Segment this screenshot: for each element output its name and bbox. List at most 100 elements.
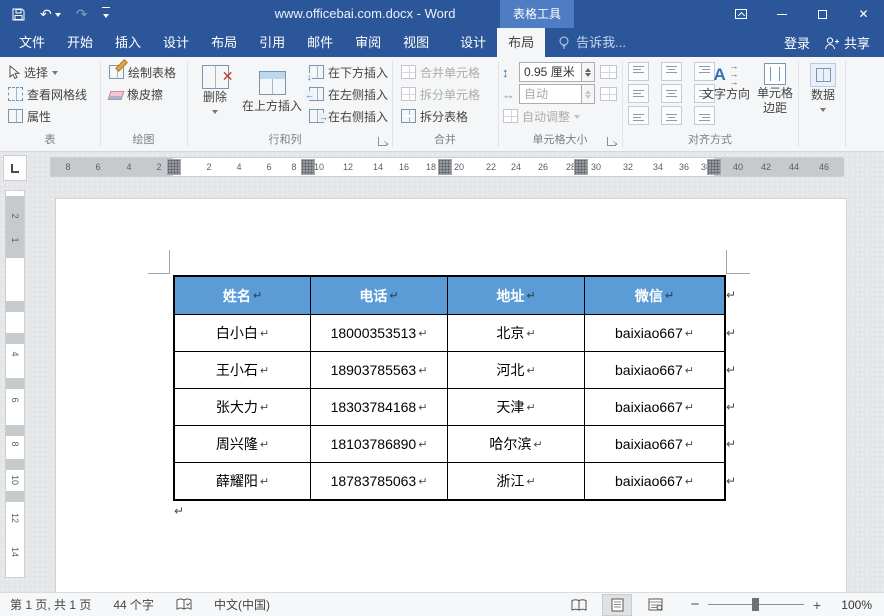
- table-row-marker[interactable]: [6, 491, 24, 502]
- row-height-input[interactable]: 0.95 厘米: [519, 62, 582, 82]
- table-header-cell-0[interactable]: 姓名↵: [175, 277, 310, 314]
- align-center-center-button[interactable]: [661, 84, 682, 103]
- table-cell-r2c0[interactable]: 张大力↵: [175, 389, 310, 425]
- align-bottom-right-button[interactable]: [694, 106, 715, 125]
- ruler-number: 8: [58, 158, 78, 176]
- table-cell-r3c3[interactable]: baixiao667↵: [585, 426, 724, 462]
- table-row-marker[interactable]: [6, 301, 24, 312]
- tab-main-0[interactable]: 开始: [56, 28, 104, 57]
- table-cell-r1c3[interactable]: baixiao667↵: [585, 352, 724, 388]
- read-mode-button[interactable]: [564, 594, 594, 616]
- contextual-tab-0[interactable]: 设计: [449, 28, 497, 57]
- table-row-marker[interactable]: [6, 333, 24, 344]
- table-cell-r0c3[interactable]: baixiao667↵: [585, 315, 724, 351]
- zoom-slider-thumb[interactable]: [752, 598, 759, 611]
- table-cell-r4c1[interactable]: 18783785063↵: [311, 463, 447, 499]
- column-width-input[interactable]: 自动: [519, 84, 582, 104]
- tab-main-3[interactable]: 布局: [200, 28, 248, 57]
- table-cell-r2c3[interactable]: baixiao667↵: [585, 389, 724, 425]
- table-cell-r0c2[interactable]: 北京↵: [448, 315, 584, 351]
- tab-file[interactable]: 文件: [8, 28, 56, 57]
- table-header-cell-1[interactable]: 电话↵: [311, 277, 447, 314]
- insert-right-button[interactable]: 在右侧插入: [307, 106, 390, 126]
- table-column-marker[interactable]: [301, 159, 315, 175]
- page-indicator[interactable]: 第 1 页, 共 1 页: [10, 596, 91, 613]
- insert-left-button[interactable]: 在左侧插入: [307, 84, 390, 104]
- table-cell-r1c1[interactable]: 18903785563↵: [311, 352, 447, 388]
- insert-above-button[interactable]: 在上方插入: [240, 61, 304, 113]
- table-row-marker[interactable]: [6, 378, 24, 389]
- table-row-marker[interactable]: [6, 459, 24, 470]
- tab-main-1[interactable]: 插入: [104, 28, 152, 57]
- zoom-level[interactable]: 100%: [834, 598, 872, 612]
- table-cell-r1c2[interactable]: 河北↵: [448, 352, 584, 388]
- delete-button[interactable]: 删除: [192, 61, 238, 117]
- table-column-marker[interactable]: [707, 159, 721, 175]
- table-column-marker[interactable]: [574, 159, 588, 175]
- eraser-button[interactable]: 橡皮擦: [107, 84, 165, 104]
- cell-size-dialog-launcher[interactable]: [607, 137, 616, 146]
- zoom-out-button[interactable]: [688, 596, 702, 613]
- merge-cells-button[interactable]: 合并单元格: [399, 62, 482, 82]
- minimize-button[interactable]: [761, 0, 802, 28]
- split-cells-button[interactable]: 拆分单元格: [399, 84, 482, 104]
- table-column-marker[interactable]: [167, 159, 181, 175]
- table-cell-r2c1[interactable]: 18303784168↵: [311, 389, 447, 425]
- table-cell-r4c3[interactable]: baixiao667↵: [585, 463, 724, 499]
- close-button[interactable]: [843, 0, 884, 28]
- vertical-ruler[interactable]: 21468101214: [5, 190, 25, 578]
- language-indicator[interactable]: 中文(中国): [214, 596, 270, 613]
- maximize-button[interactable]: [802, 0, 843, 28]
- split-table-button[interactable]: 拆分表格: [399, 106, 470, 126]
- table-cell-r4c2[interactable]: 浙江↵: [448, 463, 584, 499]
- table-cell-r3c1[interactable]: 18103786890↵: [311, 426, 447, 462]
- distribute-rows-button[interactable]: [600, 62, 617, 82]
- table-cell-r0c0[interactable]: 白小白↵: [175, 315, 310, 351]
- select-button[interactable]: 选择: [6, 62, 60, 82]
- align-bottom-center-button[interactable]: [661, 106, 682, 125]
- zoom-slider-track[interactable]: [708, 604, 804, 605]
- table-cell-r3c0[interactable]: 周兴隆↵: [175, 426, 310, 462]
- tab-main-7[interactable]: 视图: [392, 28, 440, 57]
- tab-main-2[interactable]: 设计: [152, 28, 200, 57]
- table-column-marker[interactable]: [438, 159, 452, 175]
- tab-main-6[interactable]: 审阅: [344, 28, 392, 57]
- horizontal-ruler[interactable]: 8642246810121416182022242628303234363840…: [50, 157, 843, 177]
- tab-main-4[interactable]: 引用: [248, 28, 296, 57]
- table-cell-r3c2[interactable]: 哈尔滨↵: [448, 426, 584, 462]
- tab-main-5[interactable]: 邮件: [296, 28, 344, 57]
- autofit-button[interactable]: 自动调整: [501, 106, 582, 126]
- share-button[interactable]: 共享: [824, 33, 870, 52]
- align-center-left-button[interactable]: [628, 84, 649, 103]
- proofing-button[interactable]: [176, 598, 192, 611]
- cell-margins-button[interactable]: 单元格 边距: [752, 61, 798, 115]
- align-bottom-left-button[interactable]: [628, 106, 649, 125]
- table-header-cell-2[interactable]: 地址↵: [448, 277, 584, 314]
- align-top-left-button[interactable]: [628, 62, 649, 81]
- table-cell-r1c0[interactable]: 王小石↵: [175, 352, 310, 388]
- print-layout-button[interactable]: [602, 594, 632, 616]
- contextual-tab-1[interactable]: 布局: [497, 28, 545, 57]
- align-top-center-button[interactable]: [661, 62, 682, 81]
- ruler-number: 26: [533, 158, 553, 176]
- draw-table-button[interactable]: 绘制表格: [107, 62, 178, 82]
- sign-in-link[interactable]: 登录: [784, 33, 810, 52]
- tab-stop-selector[interactable]: [3, 155, 27, 181]
- data-button[interactable]: 数据: [803, 61, 843, 115]
- text-direction-button[interactable]: 文字方向: [700, 61, 752, 101]
- properties-button[interactable]: 属性: [6, 106, 53, 126]
- distribute-columns-button[interactable]: [600, 84, 617, 104]
- insert-below-button[interactable]: 在下方插入: [307, 62, 390, 82]
- table-header-cell-3[interactable]: 微信↵: [585, 277, 724, 314]
- row-height-spinner[interactable]: [582, 62, 595, 82]
- zoom-in-button[interactable]: [810, 597, 824, 613]
- ribbon-display-options-button[interactable]: [720, 0, 761, 28]
- table-cell-r0c1[interactable]: 18000353513↵: [311, 315, 447, 351]
- tell-me-box[interactable]: 告诉我...: [558, 28, 626, 57]
- word-count[interactable]: 44 个字: [113, 596, 154, 613]
- web-layout-button[interactable]: [640, 594, 670, 616]
- table-cell-r4c0[interactable]: 薛耀阳↵: [175, 463, 310, 499]
- rows-dialog-launcher[interactable]: [378, 137, 387, 146]
- view-gridlines-button[interactable]: 查看网格线: [6, 84, 89, 104]
- table-cell-r2c2[interactable]: 天津↵: [448, 389, 584, 425]
